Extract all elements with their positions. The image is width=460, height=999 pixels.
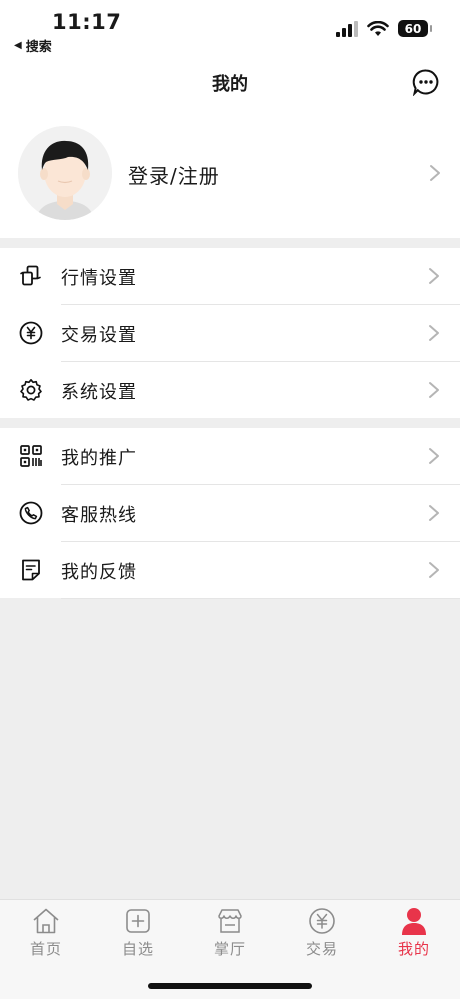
menu-item-my-promotion[interactable]: 我的推广	[0, 428, 460, 485]
menu-item-my-feedback[interactable]: 我的反馈	[0, 542, 460, 599]
back-to-app-link[interactable]: ◀ 搜索	[14, 36, 52, 55]
quotes-settings-icon	[20, 265, 41, 286]
nav-bar: 我的	[0, 56, 460, 110]
tab-mine[interactable]: 我的	[368, 906, 460, 966]
avatar	[18, 126, 112, 220]
chevron-right-icon	[429, 448, 439, 464]
status-time: 11:17	[52, 10, 122, 34]
chevron-right-icon	[429, 325, 439, 341]
shop-icon	[218, 909, 242, 933]
yen-circle-icon	[19, 321, 43, 345]
profile-login-row[interactable]: 登录/注册	[0, 110, 460, 238]
tab-hall[interactable]: 掌厅	[184, 906, 276, 966]
settings-menu-group: 行情设置 交易设置 系统设置	[0, 248, 460, 418]
menu-item-system-settings[interactable]: 系统设置	[0, 362, 460, 419]
battery-level: 60	[404, 21, 422, 36]
back-app-label: 搜索	[25, 40, 52, 55]
tab-label: 交易	[305, 940, 338, 958]
menu-item-label: 系统设置	[61, 382, 137, 403]
menu-item-label: 客服热线	[61, 505, 137, 526]
chevron-right-icon	[429, 268, 439, 284]
phone-icon	[19, 501, 43, 525]
default-avatar-icon	[18, 126, 112, 220]
qr-code-icon	[20, 445, 42, 467]
page-title: 我的	[212, 74, 248, 95]
menu-item-quote-settings[interactable]: 行情设置	[0, 248, 460, 305]
chevron-right-icon	[430, 165, 440, 181]
chevron-right-icon	[429, 505, 439, 521]
person-icon	[402, 908, 426, 935]
back-triangle-icon: ◀	[14, 40, 22, 51]
battery-indicator: 60	[398, 20, 432, 37]
message-icon[interactable]	[412, 68, 440, 96]
menu-item-label: 交易设置	[61, 325, 137, 346]
wifi-icon	[367, 20, 389, 36]
status-bar: 11:17 ◀ 搜索 60	[0, 0, 460, 56]
cellular-signal-icon	[336, 20, 358, 37]
menu-item-label: 我的反馈	[61, 562, 137, 583]
menu-item-customer-hotline[interactable]: 客服热线	[0, 485, 460, 542]
tab-label: 自选	[121, 940, 154, 958]
service-menu-group: 我的推广 客服热线 我的反馈	[0, 428, 460, 599]
tab-label: 掌厅	[213, 940, 246, 958]
tab-home[interactable]: 首页	[0, 906, 92, 966]
home-indicator	[148, 983, 312, 989]
chevron-right-icon	[429, 382, 439, 398]
tab-trade[interactable]: 交易	[276, 906, 368, 966]
chevron-right-icon	[429, 562, 439, 578]
feedback-note-icon	[22, 559, 40, 581]
menu-item-label: 我的推广	[61, 448, 137, 469]
plus-square-icon	[126, 909, 150, 933]
tab-label: 我的	[397, 940, 430, 958]
home-icon	[33, 908, 59, 934]
login-register-label: 登录/注册	[128, 164, 220, 188]
bottom-tab-bar: 首页 自选 掌厅 交易 我的	[0, 899, 460, 999]
tab-watchlist[interactable]: 自选	[92, 906, 184, 966]
menu-item-trade-settings[interactable]: 交易设置	[0, 305, 460, 362]
gear-icon	[20, 379, 42, 401]
row-divider	[61, 598, 460, 599]
status-icons: 60	[336, 20, 432, 37]
menu-item-label: 行情设置	[61, 268, 137, 289]
tab-label: 首页	[29, 940, 62, 958]
yen-circle-icon	[309, 908, 335, 934]
